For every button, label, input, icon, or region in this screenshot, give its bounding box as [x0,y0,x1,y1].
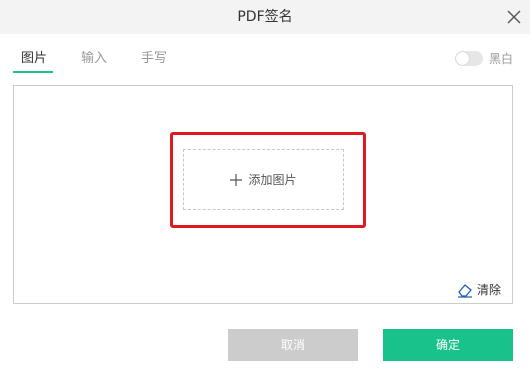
eraser-icon [457,283,472,298]
tab-handwrite[interactable]: 手写 [141,47,167,66]
active-tab-indicator [13,71,53,73]
cancel-button[interactable]: 取消 [228,329,358,361]
tab-input[interactable]: 输入 [81,47,107,66]
title-bar: PDF签名 [0,0,530,34]
tab-bar: 图片 输入 手写 黑白 [0,34,530,76]
confirm-button[interactable]: 确定 [383,329,513,361]
toggle-switch[interactable] [454,50,483,66]
clear-button[interactable]: 清除 [457,281,501,298]
toggle-label: 黑白 [488,51,513,66]
toggle-knob [455,51,469,65]
dialog-title: PDF签名 [237,9,293,25]
black-white-toggle[interactable]: 黑白 [454,50,513,66]
add-image-button[interactable]: 添加图片 [183,149,344,210]
clear-label: 清除 [476,283,501,297]
plus-icon [230,173,243,186]
add-image-label: 添加图片 [248,173,297,187]
tab-image[interactable]: 图片 [21,47,47,66]
signature-canvas[interactable]: 添加图片 清除 [13,85,513,304]
close-icon[interactable] [504,7,524,27]
